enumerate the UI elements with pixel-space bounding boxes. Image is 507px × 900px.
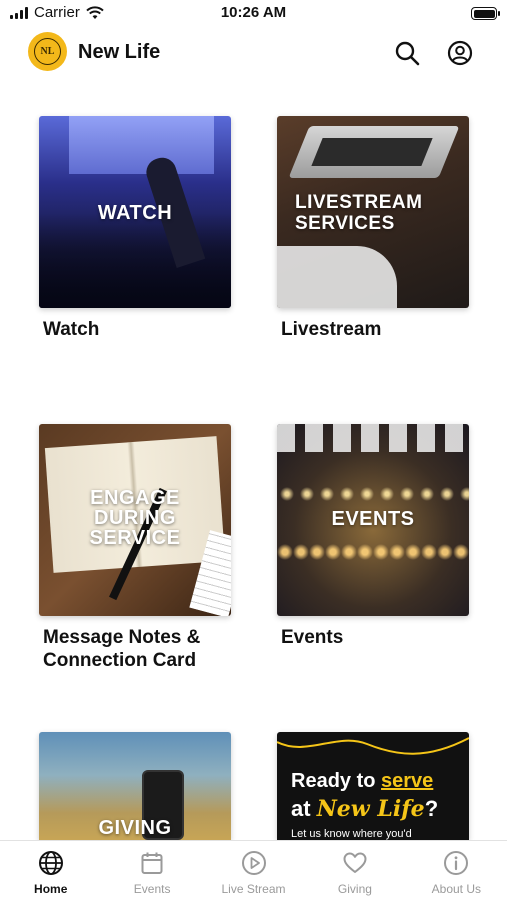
app-logo: NL [28,32,67,71]
app-header: NL New Life [0,28,507,78]
bottom-nav: Home Events Live Stream Giving About Us [0,840,507,900]
heart-icon [343,852,367,873]
chair-shape [277,246,397,308]
nav-live-stream[interactable]: Live Stream [203,841,304,900]
nav-home-label: Home [34,882,68,896]
engage-overlay-text: ENGAGE DURING SERVICE [89,487,181,549]
app-title: New Life [78,41,161,63]
nav-home[interactable]: Home [0,841,101,900]
message-notes-caption[interactable]: Message Notes & Connection Card [43,626,243,672]
nav-live-stream-label: Live Stream [221,882,286,896]
bunting-flags [277,424,469,452]
nav-events[interactable]: Events [101,841,202,900]
livestream-tile[interactable]: LIVESTREAM SERVICES [277,116,469,308]
promo-text-new-life: New Life [316,796,425,822]
info-circle-icon [444,851,469,875]
globe-icon [38,851,63,875]
nav-giving-label: Giving [337,882,372,896]
watch-tile[interactable]: WATCH [39,116,231,308]
promo-subtext: Let us know where you'd [291,828,412,840]
events-overlay-text: EVENTS [331,508,415,530]
string-lights-bottom [277,542,469,562]
serve-promo-tile[interactable]: Ready to serve at New Life? Let us know … [277,732,469,840]
engage-tile[interactable]: ENGAGE DURING SERVICE [39,424,231,616]
watch-overlay-text: WATCH [97,202,173,224]
nav-giving[interactable]: Giving [304,841,405,900]
crowd-shade [39,213,231,308]
watch-caption[interactable]: Watch [43,318,99,341]
laptop-keyboard [311,138,433,166]
promo-text-at: at [291,796,317,821]
string-lights-top [277,484,469,504]
nav-about-us[interactable]: About Us [406,841,507,900]
livestream-caption[interactable]: Livestream [281,318,381,341]
status-bar: Carrier 10:26 AM [0,0,507,28]
giving-overlay-text: GIVING [98,817,172,839]
stage-screen [69,116,214,174]
promo-text-serve: serve [381,770,434,792]
livestream-overlay-text: LIVESTREAM SERVICES [295,192,423,234]
promo-text-ready: Ready to [291,770,382,792]
promo-text-question: ? [424,796,439,821]
squiggle-decoration [277,737,469,755]
search-icon [395,41,420,66]
play-circle-icon [241,851,266,875]
events-caption[interactable]: Events [281,626,343,649]
promo-line-1: Ready to serve [291,770,433,793]
calendar-icon [141,852,163,874]
status-time: 10:26 AM [220,4,287,21]
search-button[interactable] [392,38,422,68]
events-tile[interactable]: EVENTS [277,424,469,616]
nav-events-label: Events [133,882,171,896]
giving-tile[interactable]: GIVING [39,732,231,840]
account-button[interactable] [445,38,475,68]
account-circle-icon [447,40,473,66]
promo-line-2: at New Life? [291,796,438,822]
battery-icon [471,7,500,20]
logo-mark: NL [34,38,61,65]
nav-about-us-label: About Us [431,882,481,896]
